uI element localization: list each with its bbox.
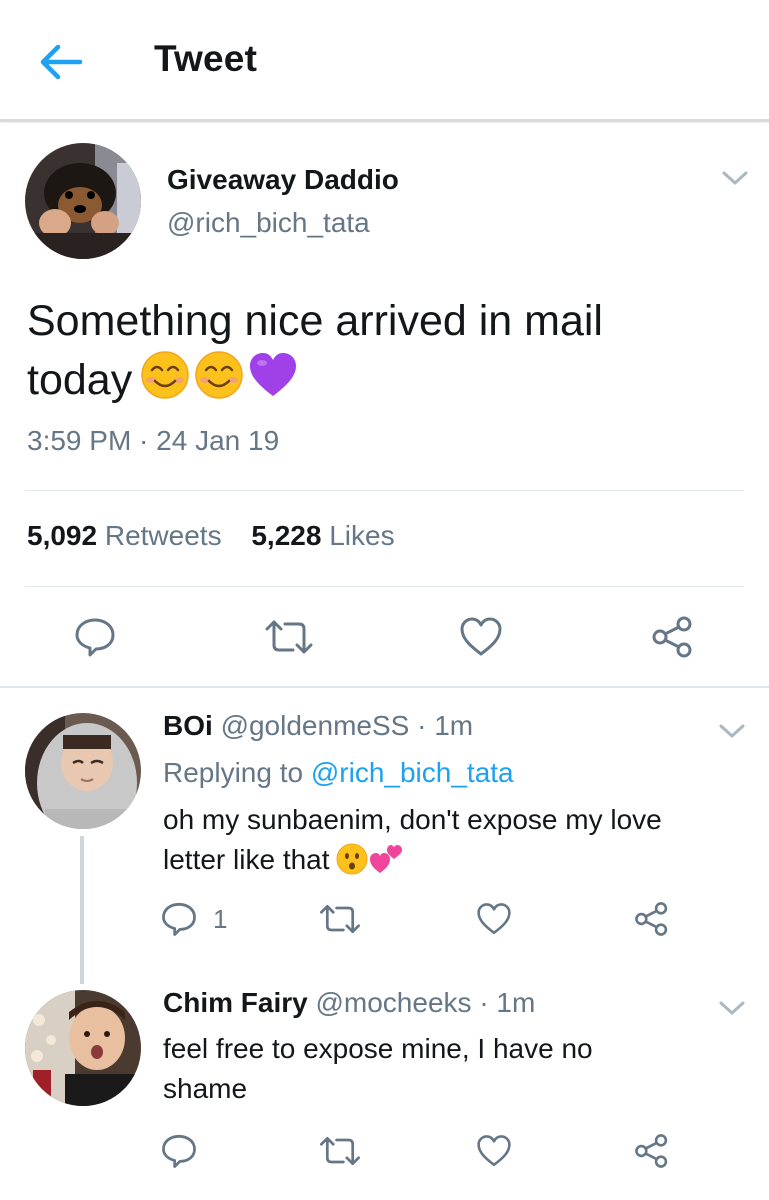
likes-stat[interactable]: 5,228 Likes xyxy=(251,520,394,552)
retweet-icon xyxy=(320,904,360,934)
reply-author-handle[interactable]: @mocheeks xyxy=(315,987,471,1018)
more-options-button[interactable] xyxy=(718,721,746,741)
reply-text-words: letter like that xyxy=(163,844,330,875)
divider xyxy=(25,490,744,491)
reply-text: oh my sunbaenim, don't expose my love le… xyxy=(163,800,743,880)
page-title: Tweet xyxy=(154,38,258,79)
hushed-face-icon xyxy=(336,843,368,875)
avatar[interactable] xyxy=(25,143,141,259)
more-options-button[interactable] xyxy=(721,168,749,188)
like-icon xyxy=(460,617,502,656)
like-icon xyxy=(477,1135,511,1167)
reply-text-line: oh my sunbaenim, don't expose my love xyxy=(163,804,662,835)
share-button[interactable] xyxy=(650,615,696,664)
avatar[interactable] xyxy=(25,990,141,1106)
person-avatar-image xyxy=(25,990,141,1106)
reply-count: 1 xyxy=(213,904,228,934)
retweet-icon xyxy=(320,1136,360,1166)
more-options-button[interactable] xyxy=(718,998,746,1018)
replying-to: Replying to @rich_bich_tata xyxy=(163,757,514,789)
retweet-button[interactable] xyxy=(263,617,315,662)
retweets-stat[interactable]: 5,092 Retweets xyxy=(27,520,222,552)
chevron-down-icon xyxy=(722,171,748,185)
reply-header: Chim Fairy @mocheeks · 1m xyxy=(163,987,535,1019)
reply-icon xyxy=(162,902,196,936)
retweets-count: 5,092 xyxy=(27,520,98,551)
likes-label: Likes xyxy=(329,520,395,551)
like-icon xyxy=(477,903,511,935)
replying-to-link[interactable]: @rich_bich_tata xyxy=(311,757,514,788)
share-button[interactable] xyxy=(633,1133,671,1174)
likes-count: 5,228 xyxy=(251,520,322,551)
author-name[interactable]: Giveaway Daddio xyxy=(167,164,399,196)
share-icon xyxy=(635,1134,668,1168)
reply-text: feel free to expose mine, I have no sham… xyxy=(163,1029,743,1109)
reply-icon xyxy=(162,1134,196,1168)
section-divider xyxy=(0,686,769,688)
share-icon xyxy=(652,616,692,658)
back-button[interactable] xyxy=(38,42,84,82)
reply-icon xyxy=(75,618,115,657)
author-handle[interactable]: @rich_bich_tata xyxy=(167,207,370,239)
retweet-button[interactable] xyxy=(318,902,362,941)
reply-text-line: feel free to expose mine, I have no xyxy=(163,1033,593,1064)
hoodie-person-avatar-image xyxy=(25,713,141,829)
tweet-text-word: today xyxy=(27,356,133,404)
thread-line xyxy=(80,836,84,984)
retweet-icon xyxy=(265,620,313,654)
two-hearts-icon xyxy=(369,845,402,873)
like-button[interactable] xyxy=(476,1134,512,1173)
share-icon xyxy=(635,902,668,936)
purple-heart-icon xyxy=(250,353,297,396)
reply-button[interactable] xyxy=(160,1132,198,1175)
like-button[interactable] xyxy=(459,616,503,663)
replying-to-label: Replying to xyxy=(163,757,304,788)
reply-button[interactable] xyxy=(73,615,117,664)
tweet-timestamp[interactable]: 3:59 PM · 24 Jan 19 xyxy=(27,425,279,457)
smiling-face-icon xyxy=(195,351,243,399)
arrow-left-icon xyxy=(40,44,83,80)
retweets-label: Retweets xyxy=(104,520,222,551)
chevron-down-icon xyxy=(719,724,745,738)
reply-time: · 1m xyxy=(417,710,474,741)
divider xyxy=(25,586,744,587)
smiling-face-icon xyxy=(141,351,189,399)
reply-author-name[interactable]: BOi xyxy=(163,710,213,741)
tweet-text-line-2: today xyxy=(27,350,747,409)
reply-time: · 1m xyxy=(479,987,536,1018)
reply-author-name[interactable]: Chim Fairy xyxy=(163,987,308,1018)
dog-avatar-image xyxy=(25,143,141,259)
chevron-down-icon xyxy=(719,1001,745,1015)
reply-author-handle[interactable]: @goldenmeSS xyxy=(221,710,410,741)
top-bar: Tweet xyxy=(0,0,769,122)
avatar[interactable] xyxy=(25,713,141,829)
share-button[interactable] xyxy=(633,901,671,942)
reply-header: BOi @goldenmeSS · 1m xyxy=(163,710,473,742)
retweet-button[interactable] xyxy=(318,1134,362,1173)
reply-text-line-2: letter like that xyxy=(163,840,743,880)
tweet-text-line: Something nice arrived in mail xyxy=(27,297,603,345)
reply-text-line-2: shame xyxy=(163,1073,248,1104)
tweet-text: Something nice arrived in mail today xyxy=(27,292,747,409)
tweet-stats: 5,092 Retweets 5,228 Likes xyxy=(27,520,417,552)
like-button[interactable] xyxy=(476,902,512,941)
reply-button[interactable] xyxy=(160,900,198,943)
